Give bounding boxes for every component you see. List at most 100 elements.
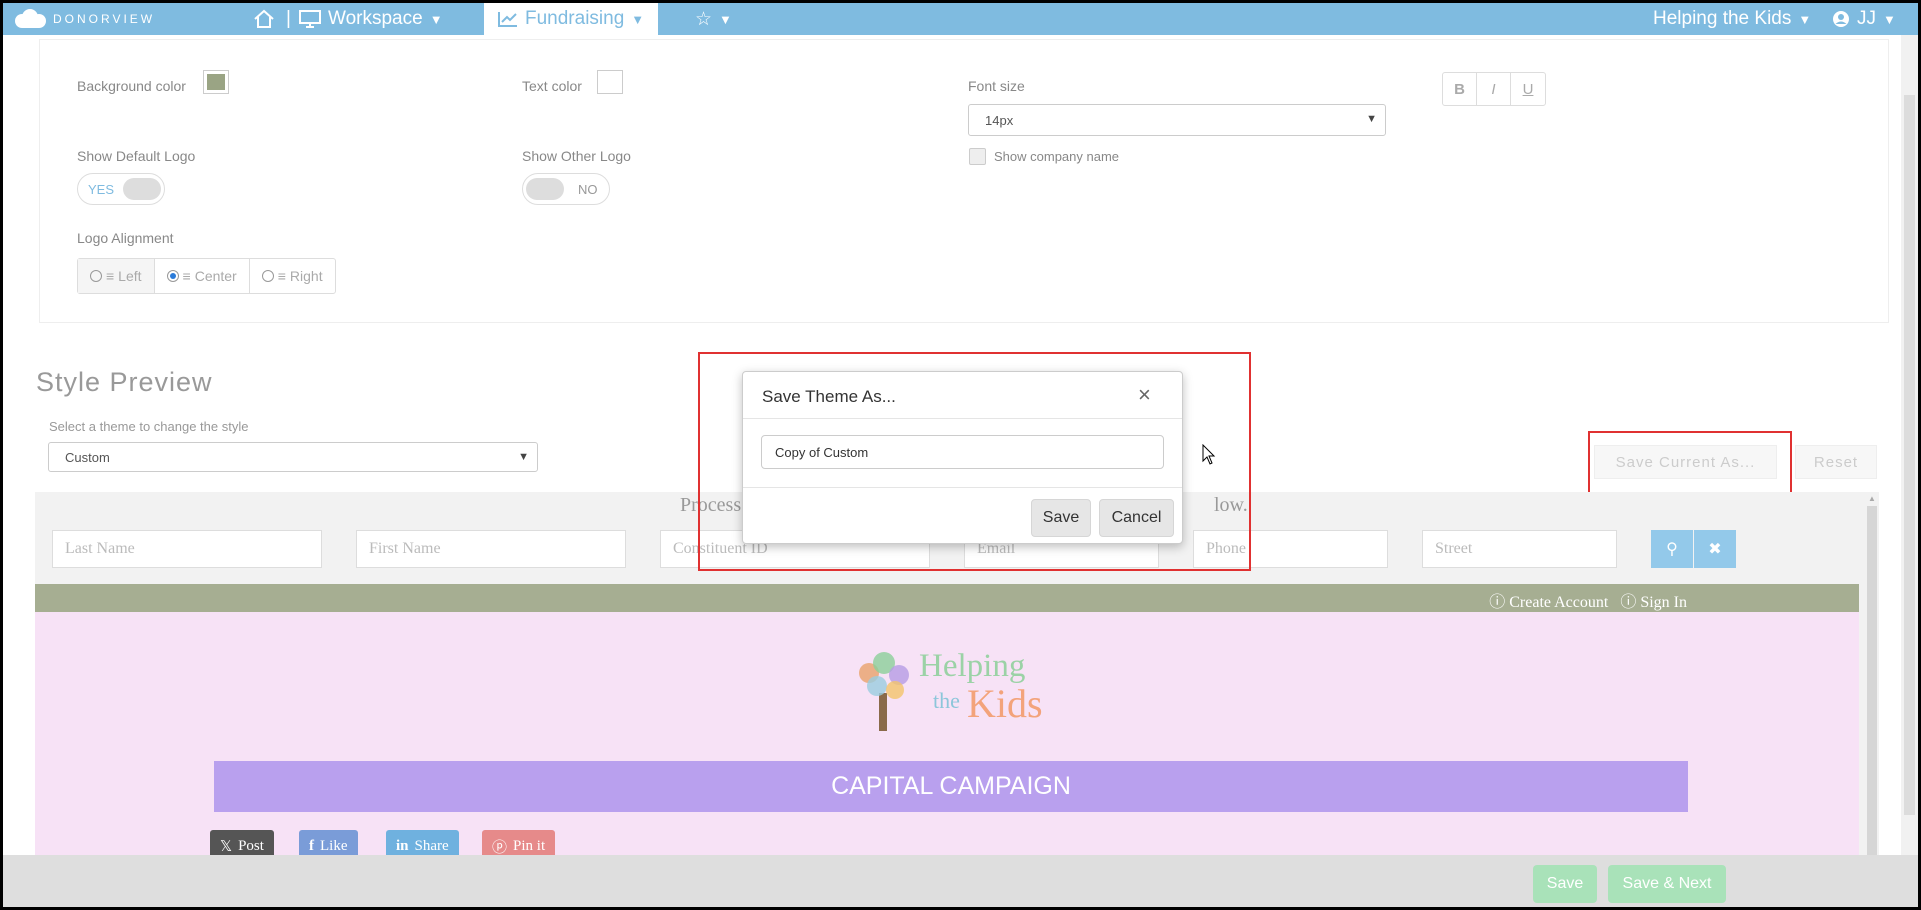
- annotation-highlight-save-as: [1588, 431, 1792, 497]
- style-preview-title: Style Preview: [36, 367, 213, 397]
- preview-street-field[interactable]: Street: [1422, 530, 1617, 568]
- cloud-logo-icon: [15, 9, 46, 28]
- preview-search-button[interactable]: ⚲: [1651, 530, 1693, 568]
- user-initials: JJ: [1857, 8, 1876, 29]
- radio-center[interactable]: [166, 270, 179, 282]
- preview-clear-button[interactable]: ✖: [1694, 530, 1736, 568]
- text-format-group: B I U: [1442, 72, 1546, 106]
- bold-button[interactable]: B: [1443, 73, 1477, 105]
- brand-logo[interactable]: DONORVIEW: [13, 8, 155, 30]
- logo-word-kids: Kids: [967, 681, 1043, 726]
- align-center-option[interactable]: ≡ Center: [155, 259, 250, 293]
- nav-separator: |: [286, 8, 291, 29]
- fundraising-menu[interactable]: Fundraising ▼: [484, 3, 659, 35]
- preview-scroll-thumb[interactable]: [1867, 506, 1877, 906]
- create-account-label: Create Account: [1509, 594, 1609, 611]
- background-color-picker[interactable]: [203, 70, 229, 94]
- workspace-label: Workspace: [328, 8, 423, 29]
- close-icon: ✖: [1708, 541, 1722, 558]
- toggle-knob: [123, 178, 161, 200]
- campaign-banner: CAPITAL CAMPAIGN: [214, 761, 1688, 812]
- favorites-menu[interactable]: ☆ ▼: [695, 3, 732, 35]
- star-icon: ☆: [695, 8, 713, 30]
- home-icon: [254, 9, 274, 28]
- logo-alignment-label: Logo Alignment: [77, 230, 174, 246]
- show-company-name-label: Show company name: [994, 149, 1120, 164]
- save-theme-dialog: Save Theme As... × Copy of Custom Save C…: [742, 371, 1183, 544]
- toggle-knob: [526, 178, 564, 200]
- user-menu[interactable]: JJ ▼: [1832, 3, 1896, 35]
- show-company-name-checkbox[interactable]: [969, 148, 986, 165]
- preview-last-name-field[interactable]: Last Name: [52, 530, 322, 568]
- workspace-menu[interactable]: Workspace ▼: [299, 3, 443, 35]
- scroll-up-arrow-icon[interactable]: ▲: [1868, 494, 1876, 503]
- text-color-picker[interactable]: [597, 70, 623, 94]
- radio-right[interactable]: [261, 270, 274, 282]
- chevron-down-icon: ▼: [719, 11, 732, 27]
- monitor-icon: [299, 10, 321, 28]
- background-color-label: Background color: [77, 78, 186, 94]
- info-icon: ⓘ: [1620, 594, 1637, 611]
- show-other-logo-label: Show Other Logo: [522, 148, 631, 164]
- chevron-down-icon: ▼: [429, 11, 443, 27]
- chevron-down-icon: ▼: [1798, 11, 1812, 27]
- radio-left[interactable]: [90, 270, 102, 282]
- theme-select[interactable]: Custom ▼: [48, 442, 538, 472]
- sign-in-link[interactable]: ⓘ Sign In: [1620, 588, 1687, 612]
- text-color-swatch: [601, 74, 619, 90]
- chevron-down-icon: ▼: [1366, 113, 1377, 125]
- toggle-state: YES: [88, 182, 115, 197]
- show-default-logo-toggle[interactable]: YES: [77, 173, 165, 205]
- theme-value: Custom: [65, 449, 110, 465]
- align-left-option[interactable]: ≡ Left: [78, 259, 155, 293]
- brand-name: DONORVIEW: [53, 12, 156, 26]
- page-scrollbar[interactable]: [1901, 35, 1918, 855]
- app-window: DONORVIEW | Workspace ▼ Fundraising ▼ ☆ …: [3, 3, 1918, 907]
- create-account-link[interactable]: ⓘ Create Account: [1489, 588, 1608, 612]
- theme-settings-panel: Background color Text color Font size 14…: [39, 39, 1889, 323]
- bottom-action-bar: Save Save & Next: [3, 855, 1918, 907]
- footer-save-button[interactable]: Save: [1533, 865, 1597, 903]
- chart-line-icon: [498, 12, 517, 27]
- info-icon: ⓘ: [1489, 594, 1506, 611]
- close-icon[interactable]: ×: [1138, 382, 1151, 408]
- chevron-down-icon: ▼: [518, 451, 529, 463]
- show-other-logo-toggle[interactable]: NO: [522, 173, 610, 205]
- footer-save-next-button[interactable]: Save & Next: [1608, 865, 1726, 903]
- preview-first-name-field[interactable]: First Name: [356, 530, 626, 568]
- organization-menu[interactable]: Helping the Kids ▼: [1653, 3, 1811, 35]
- page-scroll-thumb[interactable]: [1904, 95, 1915, 815]
- user-circle-icon: [1833, 11, 1849, 27]
- preview-scrollbar[interactable]: ▲: [1865, 492, 1879, 907]
- preview-account-links: ⓘ Create Account ⓘ Sign In: [1489, 588, 1687, 612]
- preview-org-logo: Helping the Kids: [849, 646, 1049, 736]
- dialog-divider: [743, 487, 1182, 488]
- like-label: Like: [320, 837, 348, 854]
- tree-logo-icon: [859, 652, 909, 731]
- align-right-option[interactable]: ≡ Right: [250, 259, 335, 293]
- italic-button[interactable]: I: [1477, 73, 1511, 105]
- align-right-label: Right: [289, 268, 323, 284]
- reset-button[interactable]: Reset: [1795, 445, 1877, 479]
- chevron-down-icon: ▼: [1883, 11, 1896, 27]
- dialog-save-button[interactable]: Save: [1031, 499, 1091, 537]
- font-size-select[interactable]: 14px ▼: [968, 104, 1386, 136]
- logo-alignment-group: ≡ Left ≡ Center ≡ Right: [77, 258, 336, 294]
- sign-in-label: Sign In: [1640, 594, 1687, 611]
- dialog-cancel-button[interactable]: Cancel: [1099, 499, 1174, 537]
- logo-word-the: the: [933, 688, 960, 713]
- font-size-value: 14px: [985, 112, 1014, 128]
- x-logo-icon: 𝕏: [220, 838, 233, 855]
- toggle-state: NO: [578, 182, 598, 197]
- organization-name: Helping the Kids: [1653, 8, 1792, 29]
- theme-select-label: Select a theme to change the style: [49, 419, 249, 434]
- underline-button[interactable]: U: [1511, 73, 1545, 105]
- text-color-label: Text color: [522, 78, 582, 94]
- post-label: Post: [238, 837, 264, 854]
- dialog-divider: [743, 418, 1182, 419]
- pinterest-icon: ⓟ: [492, 839, 508, 856]
- home-button[interactable]: [253, 3, 275, 35]
- theme-name-input[interactable]: Copy of Custom: [761, 435, 1164, 469]
- font-size-label: Font size: [968, 78, 1025, 94]
- share-label: Share: [414, 837, 449, 854]
